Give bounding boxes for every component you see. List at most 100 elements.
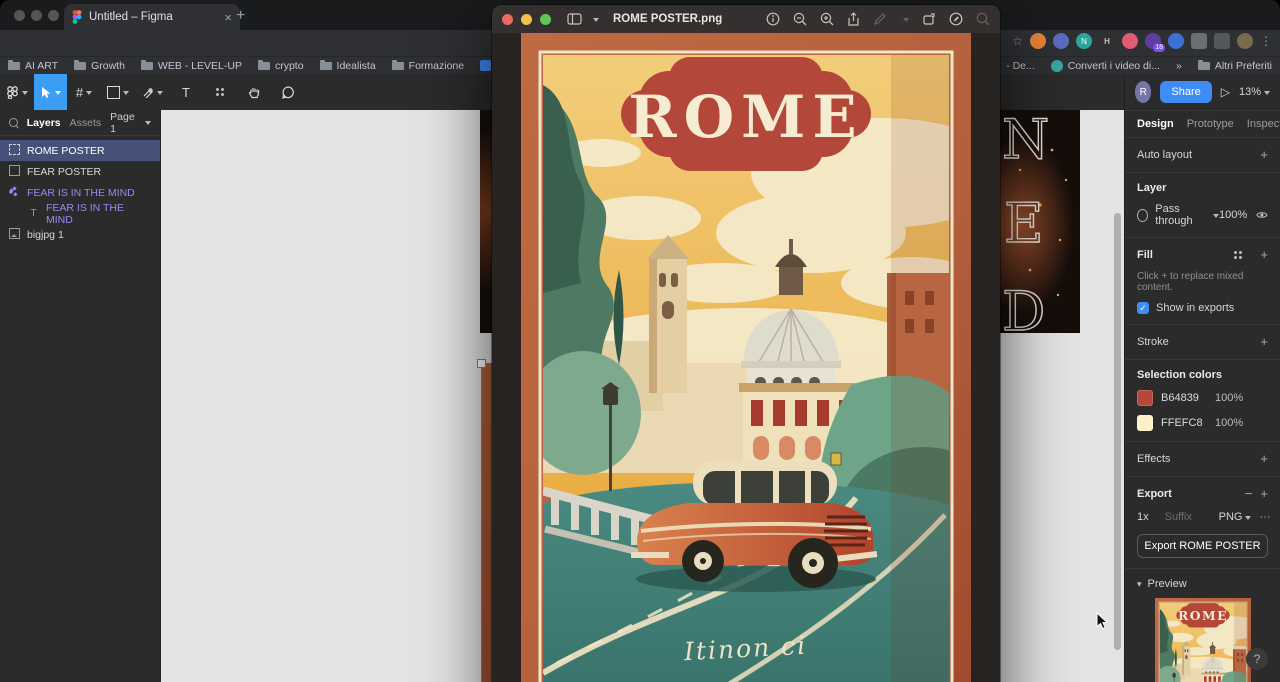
color-swatch-cream[interactable] xyxy=(1137,415,1153,431)
bookmark-folder[interactable]: crypto xyxy=(257,59,304,72)
extension-icon-7[interactable] xyxy=(1168,33,1184,49)
selection-color-row[interactable]: FFEFC8 100% xyxy=(1137,415,1268,431)
present-icon[interactable]: ▷ xyxy=(1221,85,1230,99)
sidebar-toggle-icon[interactable] xyxy=(567,13,582,25)
visibility-eye-icon[interactable] xyxy=(1256,210,1268,220)
blend-mode-icon[interactable] xyxy=(1137,208,1149,222)
window-minimize-button[interactable] xyxy=(31,10,42,21)
blend-mode-value[interactable]: Pass through xyxy=(1155,203,1210,227)
add-auto-layout-icon[interactable]: + xyxy=(1252,147,1268,162)
preview-zoom-button[interactable] xyxy=(540,13,551,25)
extension-icon-1[interactable] xyxy=(1030,33,1046,49)
info-icon[interactable] xyxy=(766,12,780,26)
bookmarks-overflow-icon[interactable]: » xyxy=(1176,60,1182,72)
show-in-exports-checkbox[interactable]: ✓ xyxy=(1137,302,1149,314)
zoom-level[interactable]: 13% xyxy=(1239,86,1270,98)
tab-prototype[interactable]: Prototype xyxy=(1187,118,1234,130)
extension-icon-2[interactable] xyxy=(1053,33,1069,49)
layer-row-fear-text[interactable]: T FEAR IS IN THE MIND xyxy=(0,202,160,226)
layer-row-fear-poster[interactable]: FEAR POSTER xyxy=(0,161,160,182)
help-button[interactable]: ? xyxy=(1246,648,1268,670)
selection-handle[interactable] xyxy=(477,359,486,368)
add-stroke-icon[interactable]: + xyxy=(1252,334,1268,349)
shape-tool[interactable] xyxy=(101,74,135,110)
figma-main-menu[interactable] xyxy=(0,74,34,110)
export-rome-poster-button[interactable]: Export ROME POSTER xyxy=(1137,534,1268,558)
tab-inspect[interactable]: Inspect xyxy=(1247,118,1280,130)
disclosure-triangle-icon[interactable]: ▾ xyxy=(1137,579,1142,590)
layer-opacity[interactable]: 100% xyxy=(1219,209,1247,221)
export-more-icon[interactable]: ··· xyxy=(1259,511,1270,523)
fill-section: Fill + Click + to replace mixed content. … xyxy=(1125,238,1280,325)
sidebar-chevron-icon[interactable] xyxy=(593,17,599,25)
styles-icon[interactable] xyxy=(1234,250,1243,259)
share-icon[interactable] xyxy=(847,11,860,27)
bookmark-folder[interactable]: AI ART xyxy=(8,59,58,72)
zoom-in-icon[interactable] xyxy=(820,12,834,26)
move-tool[interactable] xyxy=(34,74,67,110)
hand-tool[interactable] xyxy=(237,74,271,110)
search-icon[interactable] xyxy=(976,12,990,26)
window-zoom-button[interactable] xyxy=(48,10,59,21)
bookmark-star-icon[interactable]: ☆ xyxy=(1012,34,1023,48)
puzzle-icon[interactable] xyxy=(1191,33,1207,49)
bookmark-truncated[interactable]: - De... xyxy=(1006,60,1035,72)
export-format-select[interactable]: PNG xyxy=(1219,511,1243,523)
page-selector[interactable]: Page 1 xyxy=(110,111,151,135)
extension-icon-4[interactable]: H xyxy=(1099,33,1115,49)
tab-design[interactable]: Design xyxy=(1137,118,1174,130)
bookmark-folder[interactable]: Formazione xyxy=(391,59,464,72)
profile-avatar[interactable] xyxy=(1237,33,1253,49)
tab-assets[interactable]: Assets xyxy=(70,117,102,129)
export-suffix-input[interactable] xyxy=(1162,510,1219,524)
layers-panel-header: Layers Assets Page 1 xyxy=(0,110,160,136)
layer-row-bigjpg[interactable]: bigjpg 1 xyxy=(0,224,160,245)
fear-letter: D xyxy=(1002,280,1045,333)
bookmark-folder[interactable]: Idealista xyxy=(319,59,376,72)
resources-tool[interactable] xyxy=(203,74,237,110)
new-tab-button[interactable]: + xyxy=(236,7,245,25)
window-close-button[interactable] xyxy=(14,10,25,21)
layer-row-fear-component[interactable]: FEAR IS IN THE MIND xyxy=(0,182,160,203)
extension-icon-3[interactable]: N xyxy=(1076,33,1092,49)
bookmark-altri-folder[interactable]: Altri Preferiti xyxy=(1197,59,1272,72)
annotate-icon[interactable] xyxy=(949,12,963,26)
user-avatar[interactable]: R xyxy=(1135,81,1152,103)
extension-icon-5[interactable] xyxy=(1122,33,1138,49)
frame-icon xyxy=(9,164,20,176)
bookmark-folder[interactable]: Growth xyxy=(74,59,125,72)
fear-poster-canvas-peek[interactable]: N E D xyxy=(1000,110,1080,333)
frame-tool[interactable]: # xyxy=(67,74,101,110)
browser-menu-icon[interactable]: ⋮ xyxy=(1260,34,1272,48)
share-button[interactable]: Share xyxy=(1160,81,1212,103)
preview-minimize-button[interactable] xyxy=(521,13,532,25)
comment-tool[interactable] xyxy=(271,74,305,110)
text-tool[interactable]: T xyxy=(169,74,203,110)
add-export-icon[interactable]: + xyxy=(1252,486,1268,501)
preview-close-button[interactable] xyxy=(502,13,513,25)
sidepanel-icon[interactable] xyxy=(1214,33,1230,49)
rotate-icon[interactable] xyxy=(922,12,936,26)
pen-tool[interactable] xyxy=(135,74,169,110)
extension-icon-6[interactable]: 18 xyxy=(1145,33,1165,52)
selection-color-row[interactable]: B64839 100% xyxy=(1137,390,1268,406)
bookmark-folder[interactable]: WEB - LEVEL-UP xyxy=(140,59,242,72)
export-scale[interactable]: 1x xyxy=(1137,511,1149,523)
add-fill-icon[interactable]: + xyxy=(1252,247,1268,262)
preview-window-titlebar[interactable]: ROME POSTER.png xyxy=(492,5,1000,33)
bookmark-converti[interactable]: Converti i video di... xyxy=(1050,59,1160,72)
fear-poster-left-edge[interactable] xyxy=(480,110,492,333)
canvas-scrollbar[interactable] xyxy=(1114,213,1121,650)
tab-close-icon[interactable]: × xyxy=(224,11,232,24)
folder-icon xyxy=(257,59,270,70)
preview-window[interactable]: ROME POSTER.png xyxy=(492,5,1000,682)
zoom-out-icon[interactable] xyxy=(793,12,807,26)
layer-row-rome-poster[interactable]: ROME POSTER xyxy=(0,140,160,161)
remove-export-icon[interactable]: − xyxy=(1237,486,1253,501)
preview-section-title: Preview xyxy=(1147,578,1187,590)
color-swatch-red[interactable] xyxy=(1137,390,1153,406)
search-icon[interactable] xyxy=(9,118,18,127)
tab-layers[interactable]: Layers xyxy=(27,117,61,129)
add-effect-icon[interactable]: + xyxy=(1252,451,1268,466)
browser-tab[interactable]: Untitled – Figma × xyxy=(64,4,240,30)
